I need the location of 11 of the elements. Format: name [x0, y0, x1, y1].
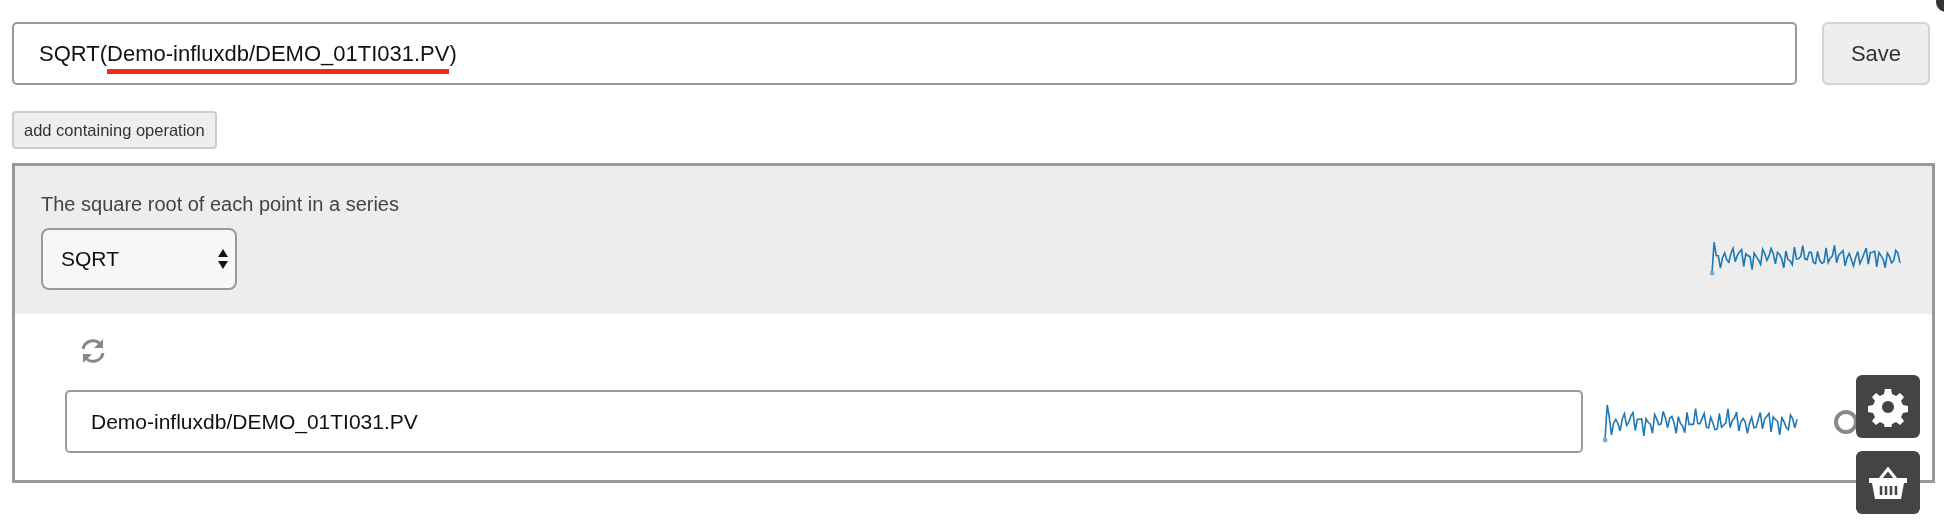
save-button[interactable]: Save — [1822, 22, 1930, 85]
add-containing-operation-button[interactable]: add containing operation — [12, 111, 217, 149]
circle-icon — [1833, 409, 1859, 435]
settings-button[interactable] — [1856, 375, 1920, 438]
operation-description: The square root of each point in a series — [41, 193, 399, 216]
series-input-field[interactable]: Demo-influxdb/DEMO_01TI031.PV — [65, 390, 1583, 453]
formula-input-field[interactable]: SQRT(Demo-influxdb/DEMO_01TI031.PV) — [12, 22, 1797, 85]
function-select[interactable]: SQRT — [41, 228, 237, 290]
basket-button[interactable] — [1856, 451, 1920, 514]
settings-icon — [1868, 386, 1908, 427]
sort-arrows-icon — [217, 248, 229, 270]
